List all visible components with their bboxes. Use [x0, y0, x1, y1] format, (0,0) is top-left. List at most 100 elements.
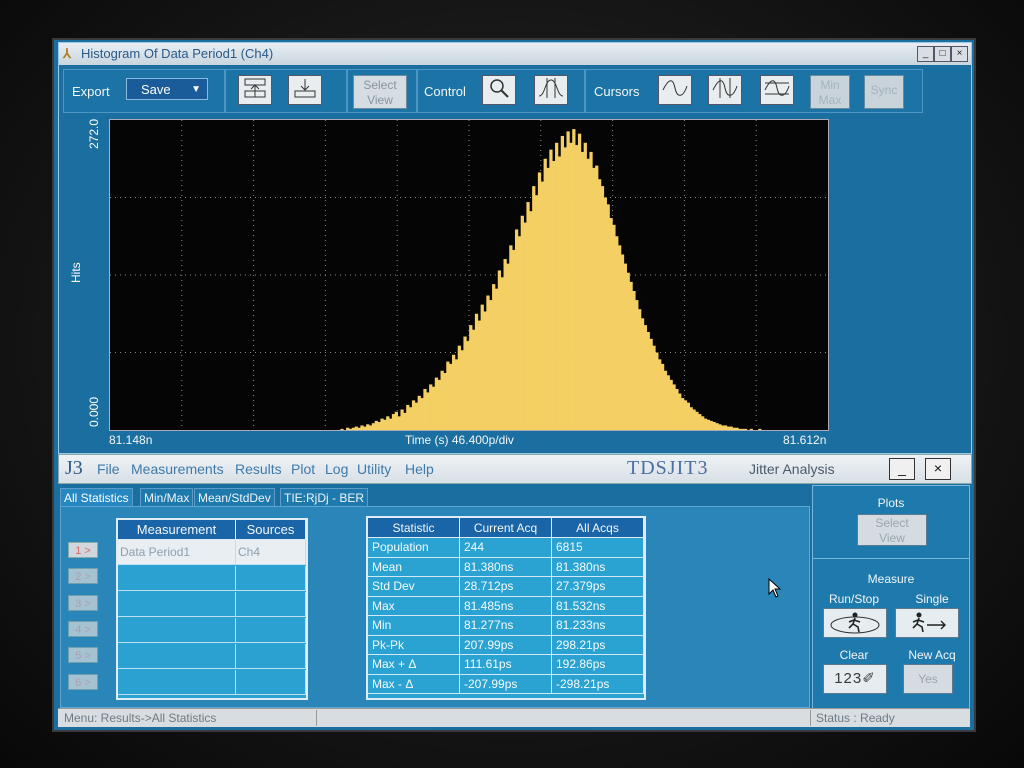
- histogram-bar: [371, 423, 376, 430]
- min-max-button[interactable]: Min Max: [810, 75, 850, 109]
- histogram-bar: [460, 350, 464, 430]
- histogram-bar: [678, 393, 682, 430]
- histogram-bar: [660, 363, 665, 430]
- histogram-bar: [595, 165, 599, 430]
- histogram-bar: [451, 354, 456, 430]
- app-icon: ⅄: [63, 46, 71, 61]
- plots-select-view-button[interactable]: Select View: [857, 514, 927, 546]
- close-button[interactable]: ×: [951, 46, 968, 62]
- menu-help[interactable]: Help: [405, 461, 434, 477]
- histogram-bar: [474, 313, 479, 430]
- source-cell[interactable]: Ch4: [236, 540, 306, 565]
- histogram-bar: [615, 236, 619, 430]
- histogram-bar: [512, 249, 516, 430]
- select-view-button[interactable]: Select View: [353, 75, 407, 109]
- horizontal-cursors-icon: [764, 80, 790, 96]
- menu-log[interactable]: Log: [325, 461, 348, 477]
- cursor-vertical-button[interactable]: [708, 75, 742, 105]
- y-axis-min-label: 0.000: [87, 396, 101, 427]
- measurement-table: Measurement Sources Data Period1 Ch4: [116, 518, 308, 700]
- sources-header: Sources: [236, 520, 306, 540]
- measurement-cell[interactable]: [118, 670, 236, 695]
- source-cell[interactable]: [236, 644, 306, 669]
- statistic-name-cell: Max: [368, 596, 460, 616]
- histogram-bar: [612, 224, 616, 430]
- minimize-button[interactable]: _: [917, 46, 934, 62]
- row-5-button[interactable]: 5 >: [68, 647, 98, 663]
- save-dropdown[interactable]: Save ▼: [126, 78, 208, 100]
- histogram-bar: [532, 186, 536, 430]
- menu-measurements[interactable]: Measurements: [131, 461, 224, 477]
- all-acqs-cell: 81.233ns: [552, 616, 644, 636]
- row-1-button[interactable]: 1 >: [68, 542, 98, 558]
- source-cell[interactable]: [236, 592, 306, 617]
- clear-button[interactable]: 123✐: [823, 664, 887, 694]
- cursors-group: Cursors Min Max Sync: [585, 69, 923, 113]
- histogram-bar: [732, 427, 736, 430]
- measurement-cell[interactable]: [118, 644, 236, 669]
- histogram-bar: [609, 218, 613, 430]
- histogram-bar: [649, 338, 653, 430]
- menu-utility[interactable]: Utility: [357, 461, 391, 477]
- cursor-wave-button[interactable]: [658, 75, 692, 105]
- tab-tie-rjdj-ber[interactable]: TIE:RjDj - BER: [280, 488, 369, 507]
- run-stop-button[interactable]: [823, 608, 887, 638]
- histogram-bar: [486, 295, 490, 430]
- row-2-button[interactable]: 2 >: [68, 568, 98, 584]
- plot-placement-group: [225, 69, 347, 113]
- histogram-titlebar: ⅄ Histogram Of Data Period1 (Ch4) _ □ ×: [59, 43, 971, 65]
- cursor-horizontal-button[interactable]: [760, 75, 794, 105]
- app-minimize-button[interactable]: _: [889, 458, 915, 480]
- measurement-cell[interactable]: [118, 618, 236, 643]
- row-4-button[interactable]: 4 >: [68, 621, 98, 637]
- waveform-control-button[interactable]: [534, 75, 568, 105]
- tab-mean-stddev[interactable]: Mean/StdDev: [194, 488, 275, 507]
- histogram-bar: [503, 259, 507, 430]
- menu-plot[interactable]: Plot: [291, 461, 315, 477]
- histogram-bar: [443, 373, 447, 430]
- zoom-button[interactable]: [482, 75, 516, 105]
- sync-button[interactable]: Sync: [864, 75, 904, 109]
- statistic-header: Statistic: [368, 518, 460, 538]
- source-cell[interactable]: [236, 670, 306, 695]
- tab-all-statistics[interactable]: All Statistics: [60, 488, 133, 507]
- measurement-cell[interactable]: Data Period1: [118, 540, 236, 565]
- tab-min-max[interactable]: Min/Max: [140, 488, 194, 507]
- maximize-button[interactable]: □: [934, 46, 951, 62]
- x-axis-min-label: 81.148n: [109, 433, 153, 447]
- histogram-bar: [552, 161, 556, 430]
- all-acqs-cell: 81.380ns: [552, 557, 644, 577]
- plots-title: Plots: [877, 496, 905, 510]
- new-acq-yes-button[interactable]: Yes: [903, 664, 953, 694]
- menu-results[interactable]: Results: [235, 461, 282, 477]
- histogram-bar: [354, 426, 358, 430]
- histogram-bar: [575, 145, 579, 430]
- histogram-bar: [557, 156, 562, 430]
- measurement-cell[interactable]: [118, 592, 236, 617]
- move-plot-down-button[interactable]: [288, 75, 322, 105]
- histogram-bar: [592, 167, 596, 430]
- histogram-bar: [721, 425, 725, 430]
- app-close-button[interactable]: ×: [925, 458, 951, 480]
- measurement-cell[interactable]: [118, 566, 236, 591]
- histogram-bar: [712, 422, 716, 430]
- histogram-bar: [563, 147, 567, 430]
- histogram-bar: [606, 204, 610, 430]
- histogram-bar: [340, 428, 344, 430]
- y-axis-max-label: 272.0: [87, 118, 101, 149]
- source-cell[interactable]: [236, 618, 306, 643]
- histogram-bar: [566, 131, 570, 430]
- source-cell[interactable]: [236, 566, 306, 591]
- control-side-panel: Plots Select View Measure Run/Stop Singl…: [812, 485, 970, 709]
- row-6-button[interactable]: 6 >: [68, 674, 98, 690]
- run-stop-label: Run/Stop: [828, 592, 880, 606]
- histogram-bar: [523, 222, 527, 430]
- move-plot-up-button[interactable]: [238, 75, 272, 105]
- single-button[interactable]: [895, 608, 959, 638]
- row-3-button[interactable]: 3 >: [68, 595, 98, 611]
- histogram-bar: [723, 425, 728, 430]
- histogram-bar: [366, 424, 370, 430]
- histogram-bar: [540, 181, 544, 430]
- menu-file[interactable]: File: [97, 461, 120, 477]
- histogram-bar: [589, 151, 593, 430]
